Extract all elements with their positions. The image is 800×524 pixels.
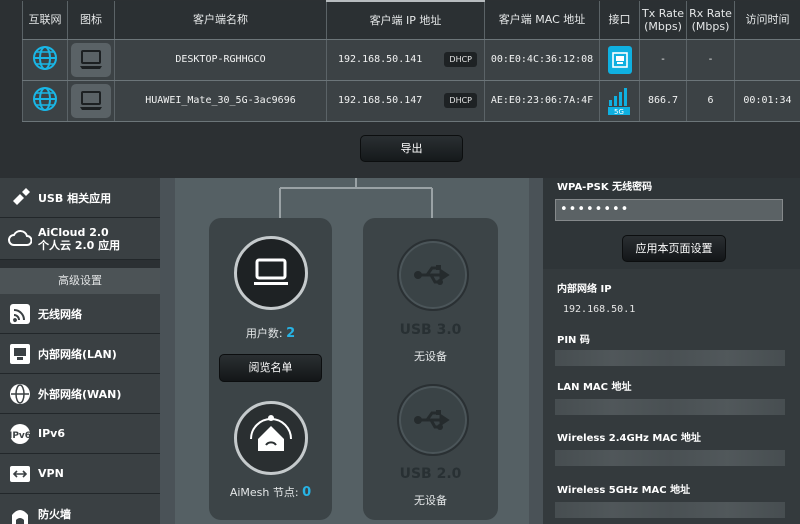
wifi-5g-label: 5G — [614, 108, 624, 116]
clients-count: 2 — [286, 326, 296, 341]
access-time: 00:01:34 — [734, 80, 800, 122]
client-ip: 192.168.50.147 — [338, 95, 423, 106]
sidebar-item-ipv6[interactable]: IPv6 IPv6 — [0, 414, 160, 454]
usb1-circle[interactable] — [397, 239, 469, 311]
lan-ip-value: 192.168.50.1 — [563, 304, 636, 315]
mac24-redacted — [555, 450, 785, 466]
computer-icon — [254, 258, 288, 285]
lan-icon — [8, 342, 32, 366]
usb1-status: 无设备 — [414, 350, 447, 363]
device-icon-cell[interactable] — [67, 39, 115, 81]
col-rx-rate[interactable]: Rx Rate (Mbps) — [686, 1, 735, 40]
table-row: HUAWEI_Mate_30_5G-3ac9696 192.168.50.147… — [22, 80, 800, 122]
cloud-icon — [8, 227, 32, 251]
dhcp-badge: DHCP — [444, 93, 477, 108]
client-mac: 00:E0:4C:36:12:08 — [484, 39, 600, 81]
sidebar-item-lan[interactable]: 内部网络(LAN) — [0, 334, 160, 374]
svg-text:IPv6: IPv6 — [9, 431, 31, 441]
sidebar-item-label: 防火墙 — [38, 508, 71, 521]
sidebar-item-label: 内部网络(LAN) — [38, 347, 117, 361]
mac5-label: Wireless 5GHz MAC 地址 — [557, 485, 691, 496]
aimesh-icon — [250, 415, 292, 451]
dhcp-badge: DHCP — [444, 52, 477, 67]
sidebar-item-firewall[interactable]: 防火墙 — [0, 494, 160, 524]
sidebar-item-label: VPN — [38, 467, 64, 480]
usb1-label: USB 3.0 — [399, 322, 462, 338]
col-client-ip[interactable]: 客户端 IP 地址 — [326, 0, 485, 40]
ipv6-icon: IPv6 — [8, 422, 32, 446]
usb-apps-icon — [8, 186, 32, 210]
laptop-icon[interactable] — [71, 83, 111, 118]
rx-rate: 6 — [686, 80, 735, 122]
col-tx-rate[interactable]: Tx Rate (Mbps) — [639, 1, 687, 40]
col-internet: 互联网 — [22, 1, 68, 40]
sidebar-item-aicloud[interactable]: AiCloud 2.0 个人云 2.0 应用 — [0, 218, 160, 260]
wpa-password-field[interactable]: •••••••• — [555, 199, 783, 221]
internet-cell[interactable] — [22, 80, 68, 122]
client-name: HUAWEI_Mate_30_5G-3ac9696 — [114, 80, 327, 122]
tx-rate: - — [639, 39, 687, 81]
globe-icon[interactable] — [32, 45, 58, 71]
sidebar-item-label: 外部网络(WAN) — [38, 387, 122, 401]
rx-rate: - — [686, 39, 735, 81]
aimesh-count-label: AiMesh 节点: — [229, 486, 299, 499]
client-name: DESKTOP-RGHHGCO — [114, 39, 327, 81]
col-icon: 图标 — [67, 1, 115, 40]
pin-value-redacted — [555, 350, 785, 366]
sidebar-item-label: AiCloud 2.0 个人云 2.0 应用 — [38, 225, 121, 252]
client-mac: AE:E0:23:06:7A:4F — [484, 80, 600, 122]
wireless-icon — [8, 302, 32, 326]
usb2-label: USB 2.0 — [399, 466, 462, 482]
col-client-mac[interactable]: 客户端 MAC 地址 — [484, 1, 600, 40]
pin-label: PIN 码 — [557, 335, 590, 346]
usb-icon — [414, 265, 450, 285]
client-list-popup: 互联网 图标 客户端名称 客户端 IP 地址 客户端 MAC 地址 接口 Tx … — [0, 0, 800, 178]
col-client-name[interactable]: 客户端名称 — [114, 1, 327, 40]
table-row: DESKTOP-RGHHGCO 192.168.50.141 DHCP 00:E0… — [22, 39, 800, 81]
lan-icon — [607, 45, 632, 74]
lan-mac-label: LAN MAC 地址 — [557, 382, 632, 393]
client-table: 互联网 图标 客户端名称 客户端 IP 地址 客户端 MAC 地址 接口 Tx … — [22, 0, 800, 122]
access-time — [734, 39, 800, 81]
view-list-button[interactable]: 阅览名单 — [219, 354, 322, 382]
export-button[interactable]: 导出 — [360, 135, 463, 162]
apply-settings-button[interactable]: 应用本页面设置 — [622, 235, 726, 262]
usb2-circle[interactable] — [397, 384, 469, 456]
clients-circle[interactable] — [234, 236, 308, 310]
sidebar-item-wan[interactable]: 外部网络(WAN) — [0, 374, 160, 414]
globe-icon[interactable] — [32, 86, 58, 112]
sidebar-item-wireless[interactable]: 无线网络 — [0, 294, 160, 334]
firewall-icon — [8, 506, 32, 524]
wifi-5g-icon: 5G — [607, 86, 633, 116]
lan-mac-redacted — [555, 399, 785, 415]
usb2-status: 无设备 — [414, 494, 447, 507]
col-interface[interactable]: 接口 — [599, 1, 640, 40]
mac5-redacted — [555, 502, 785, 518]
sidebar-item-usb-apps[interactable]: USB 相关应用 — [0, 178, 160, 218]
aimesh-count: 0 — [302, 485, 312, 500]
sidebar-item-label: USB 相关应用 — [38, 191, 112, 205]
sidebar-item-label: IPv6 — [38, 427, 65, 440]
client-table-header: 互联网 图标 客户端名称 客户端 IP 地址 客户端 MAC 地址 接口 Tx … — [22, 0, 800, 40]
aimesh-circle[interactable] — [234, 401, 308, 475]
lan-ip-label: 内部网络 IP — [557, 284, 612, 295]
status-panel: WPA-PSK 无线密码 内部网络 IP 192.168.50.1 PIN 码 … — [543, 178, 800, 524]
mac24-label: Wireless 2.4GHz MAC 地址 — [557, 433, 701, 444]
col-access-time[interactable]: 访问时间 — [734, 1, 800, 40]
globe-icon — [8, 382, 32, 406]
vpn-icon — [8, 462, 32, 486]
sidebar: USB 相关应用 AiCloud 2.0 个人云 2.0 应用 高级设置 无线网… — [0, 178, 160, 524]
laptop-icon[interactable] — [71, 42, 111, 77]
usb-icon — [414, 410, 450, 430]
device-icon-cell[interactable] — [67, 80, 115, 122]
advanced-settings-header: 高级设置 — [0, 268, 160, 294]
client-ip: 192.168.50.141 — [338, 54, 423, 65]
sidebar-item-vpn[interactable]: VPN — [0, 454, 160, 494]
tx-rate: 866.7 — [639, 80, 687, 122]
wpa-label: WPA-PSK 无线密码 — [557, 182, 653, 193]
sidebar-item-label: 无线网络 — [38, 307, 82, 321]
clients-count-label: 用户数: — [245, 327, 283, 340]
internet-cell[interactable] — [22, 39, 68, 81]
